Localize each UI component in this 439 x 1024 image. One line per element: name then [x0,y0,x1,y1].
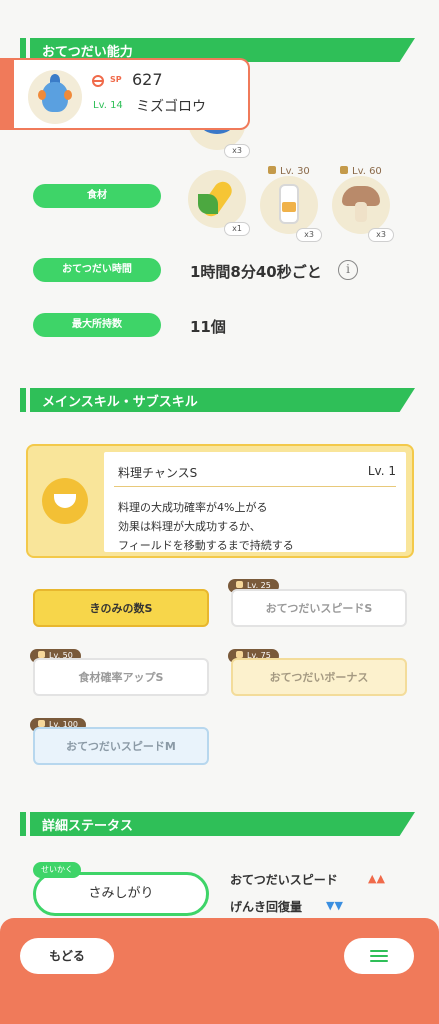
nature-tag: せいかく [33,862,81,878]
stat-help-speed: おてつだいスピード [230,873,338,887]
stat-energy-recovery: げんき回復量 [230,900,303,914]
help-time-label: おてつだい時間 [33,258,161,282]
nature-pill[interactable]: さみしがり [33,872,209,916]
main-skill-card[interactable]: 料理チャンスS Lv. 1 料理の大成功確率が4%上がる 効果は料理が大成功する… [26,444,414,558]
sp-label: SP [110,75,122,84]
ingredient-count: x3 [368,228,394,242]
sub-skill-button[interactable]: 食材確率アップS [33,658,209,696]
bottom-nav-bar: もどる [0,918,439,1024]
main-skill-name: 料理チャンスS [118,466,198,480]
lock-icon [236,581,243,588]
ingredients-label: 食材 [33,184,161,208]
help-time-value: 1時間8分40秒ごと [190,263,322,281]
sub-skill-button[interactable]: おてつだいスピードS [231,589,407,627]
lock-icon [38,651,45,658]
section-title: 詳細ステータス [42,819,134,834]
pokemon-name: ミズゴロウ [136,99,206,115]
back-button[interactable]: もどる [20,938,114,974]
main-skill-description: 料理の大成功確率が4%上がる 効果は料理が大成功するか、 フィールドを移動するま… [118,501,294,552]
main-skill-level: Lv. 1 [367,464,396,478]
lock-icon [236,651,243,658]
max-carry-value: 11個 [190,318,226,336]
mushroom-icon[interactable]: x3 [332,176,394,242]
section-title: メインスキル・サブスキル [42,395,198,410]
sub-skill-button[interactable]: おてつだいスピードM [33,727,209,765]
ingredient-count: x3 [296,228,322,242]
cooking-pot-icon [42,478,88,524]
section-header-skills: メインスキル・サブスキル [20,388,415,412]
sub-skill-button[interactable]: きのみの数S [33,589,209,627]
lock-icon [340,166,348,174]
pokemon-level: Lv. 14 [93,100,123,111]
section-header-details: 詳細ステータス [20,812,415,836]
sp-value: 627 [132,70,163,89]
menu-icon[interactable] [344,938,414,974]
info-icon[interactable]: i [338,260,358,280]
ingredient-count: x1 [224,222,250,236]
pokemon-avatar [28,70,82,124]
sp-icon [92,75,104,87]
pokemon-card[interactable]: SP 627 Lv. 14 ミズゴロウ [0,58,250,130]
corn-icon[interactable]: x1 [188,170,250,236]
lock-icon [38,720,45,727]
milk-icon[interactable]: x3 [260,176,322,242]
stat-up-arrows-icon: ▲▲ [368,872,385,885]
berry-count: x3 [224,144,250,158]
lock-icon [268,166,276,174]
max-carry-label: 最大所持数 [33,313,161,337]
sub-skill-button[interactable]: おてつだいボーナス [231,658,407,696]
stat-down-arrows-icon: ▼▼ [326,899,343,912]
